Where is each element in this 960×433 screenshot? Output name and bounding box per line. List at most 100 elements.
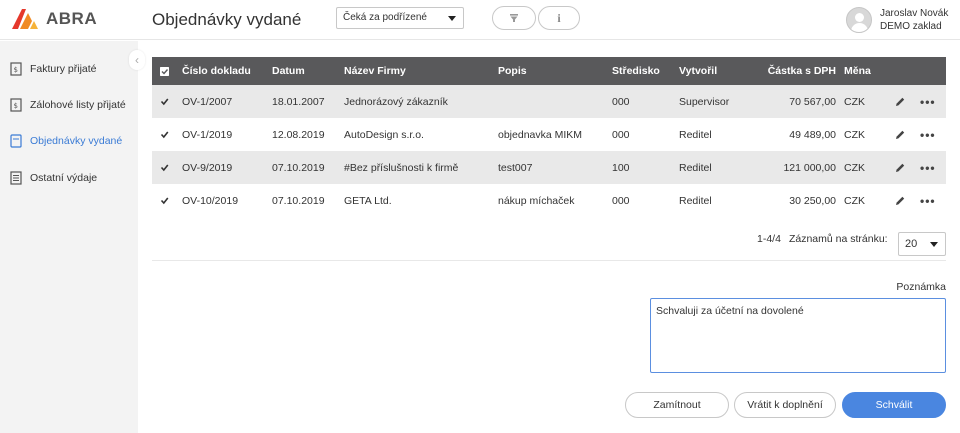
page-title: Objednávky vydané — [152, 10, 302, 29]
cell-number: OV-1/2007 — [182, 95, 233, 108]
checkbox-checked-icon — [160, 197, 169, 205]
cell-center: 000 — [612, 128, 630, 141]
column-header-number[interactable]: Číslo dokladu — [182, 57, 251, 85]
select-all-checkbox[interactable] — [160, 57, 169, 85]
pagination-range: 1-4/4 — [757, 233, 781, 245]
sidebar-item-faktury-prijate[interactable]: $ Faktury přijaté — [0, 58, 138, 80]
more-actions-button[interactable]: ••• — [920, 118, 936, 151]
checkbox-checked-icon — [160, 98, 169, 106]
cell-center: 100 — [612, 161, 630, 174]
sidebar: $ Faktury přijaté $ Zálohové listy přija… — [0, 41, 138, 433]
per-page-label: Záznamů na stránku: — [788, 233, 888, 245]
cell-description: test007 — [498, 161, 533, 174]
cell-currency: CZK — [844, 194, 865, 207]
cell-number: OV-10/2019 — [182, 194, 239, 207]
column-header-center[interactable]: Středisko — [612, 57, 660, 85]
abra-logo-mark — [12, 9, 38, 29]
column-header-amount[interactable]: Částka s DPH — [752, 57, 836, 85]
user-name: Jaroslav Novák — [880, 8, 949, 19]
more-actions-button[interactable]: ••• — [920, 85, 936, 118]
user-menu[interactable]: Jaroslav Novák DEMO zaklad — [846, 7, 948, 33]
checkbox-checked-icon — [160, 66, 169, 76]
cell-center: 000 — [612, 194, 630, 207]
table-row[interactable]: OV-1/2007 18.01.2007 Jednorázový zákazník 0… — [152, 85, 946, 118]
cell-center: 000 — [612, 95, 630, 108]
cell-created-by: Reditel — [679, 128, 712, 141]
checkbox-checked-icon — [160, 131, 169, 139]
column-header-created-by[interactable]: Vytvořil — [679, 57, 717, 85]
chevron-left-icon: ‹ — [135, 53, 139, 67]
cell-amount: 70 567,00 — [789, 95, 836, 108]
svg-text:$: $ — [14, 102, 18, 110]
cell-company: Jednorázový zákazník — [344, 95, 448, 108]
cell-created-by: Reditel — [679, 161, 712, 174]
table-row[interactable]: OV-10/2019 07.10.2019 GETA Ltd. nákup mícha… — [152, 184, 946, 217]
row-checkbox[interactable] — [160, 151, 169, 184]
expense-icon — [10, 171, 22, 185]
row-checkbox[interactable] — [160, 85, 169, 118]
sidebar-item-ostatni-vydaje[interactable]: Ostatní výdaje — [0, 167, 138, 189]
approve-button[interactable]: Schválit — [842, 392, 946, 418]
sidebar-item-label: Zálohové listy přijaté — [30, 99, 126, 111]
row-checkbox[interactable] — [160, 118, 169, 151]
row-checkbox[interactable] — [160, 184, 169, 217]
per-page-select[interactable]: 20 — [898, 232, 946, 256]
cell-description: objednavka MIKM — [498, 128, 583, 141]
sidebar-item-objednavky-vydane[interactable]: Objednávky vydané — [0, 130, 138, 152]
more-actions-button[interactable]: ••• — [920, 184, 936, 217]
note-label: Poznámka — [896, 281, 946, 293]
cell-date: 12.08.2019 — [272, 128, 325, 141]
cell-created-by: Reditel — [679, 194, 712, 207]
orders-table: Číslo dokladu Datum Název Firmy Popis St… — [152, 57, 946, 217]
column-header-company[interactable]: Název Firmy — [344, 57, 406, 85]
cell-company: GETA Ltd. — [344, 194, 392, 207]
cell-currency: CZK — [844, 95, 865, 108]
reject-button[interactable]: Zamítnout — [625, 392, 729, 418]
cell-amount: 121 000,00 — [783, 161, 836, 174]
avatar — [846, 7, 872, 33]
collapse-sidebar-button[interactable]: ‹ — [129, 50, 145, 70]
column-header-description[interactable]: Popis — [498, 57, 527, 85]
cell-created-by: Supervisor — [679, 95, 730, 108]
info-button[interactable]: i — [538, 6, 580, 30]
more-actions-button[interactable]: ••• — [920, 151, 936, 184]
chevron-down-icon — [448, 16, 456, 21]
pagination: 1-4/4 Záznamů na stránku: — [757, 233, 888, 245]
cell-number: OV-1/2019 — [182, 128, 233, 141]
chevron-down-icon — [930, 242, 938, 247]
status-filter-value: Čeká za podřízené — [343, 12, 427, 23]
info-icon: i — [557, 10, 561, 25]
edit-button[interactable] — [894, 118, 906, 151]
divider — [152, 260, 946, 261]
checkbox-checked-icon — [160, 164, 169, 172]
status-filter-select[interactable]: Čeká za podřízené — [336, 7, 464, 29]
order-icon — [10, 134, 22, 148]
return-for-completion-button[interactable]: Vrátit k doplnění — [734, 392, 836, 418]
table-row[interactable]: OV-9/2019 07.10.2019 #Bez příslušnosti k f… — [152, 151, 946, 184]
sidebar-item-label: Objednávky vydané — [30, 135, 123, 147]
column-header-currency[interactable]: Měna — [844, 57, 871, 85]
pencil-icon — [896, 97, 905, 106]
cell-description: nákup míchaček — [498, 194, 575, 207]
table-row[interactable]: OV-1/2019 12.08.2019 AutoDesign s.r.o. obje… — [152, 118, 946, 151]
note-textarea[interactable]: Schvaluji za účetní na dovolené — [650, 298, 946, 373]
svg-text:$: $ — [14, 66, 18, 74]
cell-date: 07.10.2019 — [272, 161, 325, 174]
company-name: DEMO zaklad — [880, 21, 942, 32]
logo-text: ABRA — [46, 9, 98, 28]
cell-company: #Bez příslušnosti k firmě — [344, 161, 459, 174]
cell-currency: CZK — [844, 161, 865, 174]
edit-button[interactable] — [894, 151, 906, 184]
cell-amount: 30 250,00 — [789, 194, 836, 207]
sidebar-item-zalohove-listy[interactable]: $ Zálohové listy přijaté — [0, 94, 138, 116]
edit-button[interactable] — [894, 85, 906, 118]
filter-icon — [510, 14, 518, 22]
column-header-date[interactable]: Datum — [272, 57, 305, 85]
edit-button[interactable] — [894, 184, 906, 217]
filter-button[interactable] — [492, 6, 536, 30]
advance-invoice-icon: $ — [10, 98, 22, 112]
pencil-icon — [896, 130, 905, 139]
abra-logo[interactable]: ABRA — [12, 9, 97, 29]
cell-amount: 49 489,00 — [789, 128, 836, 141]
cell-date: 07.10.2019 — [272, 194, 325, 207]
